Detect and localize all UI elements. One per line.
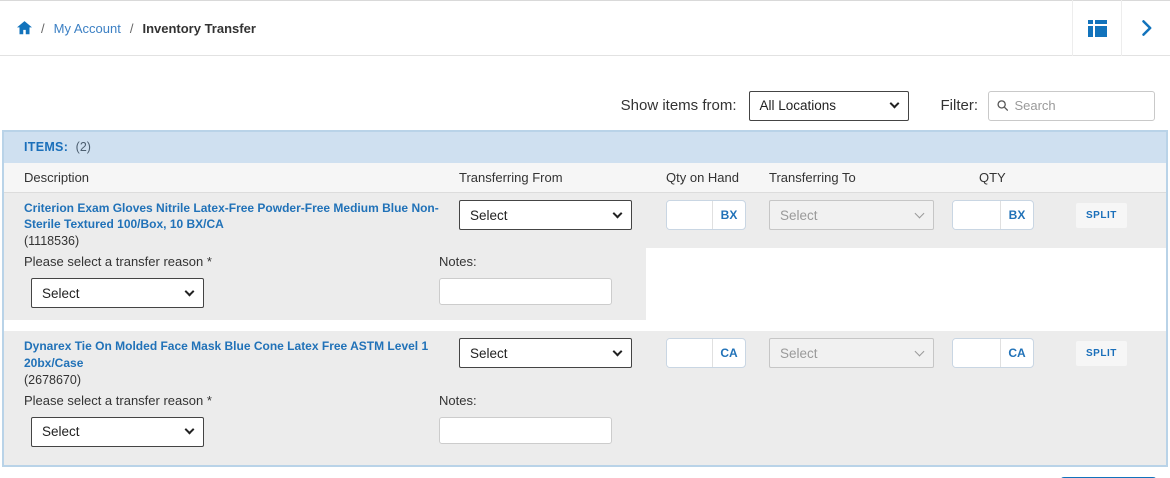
qty-on-hand-group: CA [666,338,746,369]
unit-label: BX [1000,201,1033,229]
table-row-details: Please select a transfer reason * Select… [4,386,1166,465]
transferring-from-select[interactable]: Select [459,338,632,369]
split-button[interactable]: SPLIT [1076,203,1127,228]
table-header-row: Description Transferring From Qty on Han… [4,163,1166,193]
filter-label: Filter: [940,97,979,114]
chevron-down-icon [612,208,623,218]
transferring-from-value: Select [470,345,508,361]
breadcrumb: / My Account / Inventory Transfer [17,21,256,36]
chevron-down-icon [914,346,925,357]
items-label: ITEMS: [24,140,69,154]
transferring-from-value: Select [470,207,508,223]
header-qty-on-hand: Qty on Hand [666,170,739,185]
unit-label: CA [712,339,745,368]
transfer-reason-value: Select [42,424,80,440]
transferring-to-value: Select [780,207,818,223]
chevron-down-icon [889,98,899,109]
items-count-banner: ITEMS: (2) [4,132,1166,163]
transfer-reason-select[interactable]: Select [31,416,204,447]
items-panel: ITEMS: (2) Description Transferring From… [2,130,1168,467]
transfer-reason-value: Select [42,285,80,301]
breadcrumb-separator: / [41,20,45,36]
qty-on-hand-input[interactable] [667,339,712,368]
top-bar: / My Account / Inventory Transfer [0,0,1170,56]
notes-input[interactable] [439,416,612,444]
item-number: (2678670) [24,372,81,387]
search-box [988,90,1155,121]
header-qty: QTY [979,170,1006,185]
location-select[interactable]: All Locations [748,90,909,121]
qty-group: CA [952,338,1034,369]
transfer-reason-label: Please select a transfer reason * [24,392,212,408]
header-transferring-from: Transferring From [459,170,563,185]
qty-on-hand-group: BX [666,200,746,230]
filter-row: Show items from: All Locations Filter: [0,90,1155,121]
transferring-from-select[interactable]: Select [459,200,632,230]
chevron-down-icon [914,208,925,218]
notes-label: Notes: [439,254,477,270]
show-items-label: Show items from: [620,97,737,114]
search-icon [997,100,1009,111]
table-row: Criterion Exam Gloves Nitrile Latex-Free… [4,193,1166,249]
table-row: Dynarex Tie On Molded Face Mask Blue Con… [4,331,1166,387]
chevron-down-icon [612,346,623,357]
notes-label: Notes: [439,392,477,408]
product-link[interactable]: Criterion Exam Gloves Nitrile Latex-Free… [24,200,459,232]
chevron-down-icon [184,424,195,435]
qty-group: BX [952,200,1034,230]
breadcrumb-separator: / [129,20,134,36]
table-row-details: Please select a transfer reason * Select… [4,248,1166,321]
transferring-to-select[interactable]: Select [769,200,934,230]
items-count: (2) [75,140,91,154]
row-divider [4,320,1166,332]
qty-input[interactable] [953,201,1000,229]
layout-toggle-button[interactable] [1072,0,1121,56]
transfer-reason-label: Please select a transfer reason * [24,254,212,270]
product-link[interactable]: Dynarex Tie On Molded Face Mask Blue Con… [24,338,459,370]
location-select-value: All Locations [759,98,837,113]
notes-input[interactable] [439,278,612,306]
transferring-to-select[interactable]: Select [769,338,934,369]
home-icon[interactable] [17,21,32,35]
search-input[interactable] [1014,98,1146,113]
unit-label: CA [1000,339,1033,368]
collapse-panel-button[interactable] [1121,0,1170,56]
chevron-right-icon [1142,20,1152,36]
topbar-actions [1072,0,1170,56]
qty-on-hand-input[interactable] [667,201,712,229]
qty-input[interactable] [953,339,1000,368]
chevron-down-icon [184,286,195,297]
header-description: Description [24,170,90,185]
breadcrumb-current-page: Inventory Transfer [142,20,256,36]
item-number: (1118536) [24,234,80,249]
unit-label: BX [712,201,745,229]
breadcrumb-my-account[interactable]: My Account [54,21,121,36]
transfer-reason-select[interactable]: Select [31,278,204,309]
layout-grid-icon [1087,19,1107,37]
header-transferring-to: Transferring To [769,170,856,185]
split-button[interactable]: SPLIT [1076,341,1127,367]
transferring-to-value: Select [780,345,818,361]
